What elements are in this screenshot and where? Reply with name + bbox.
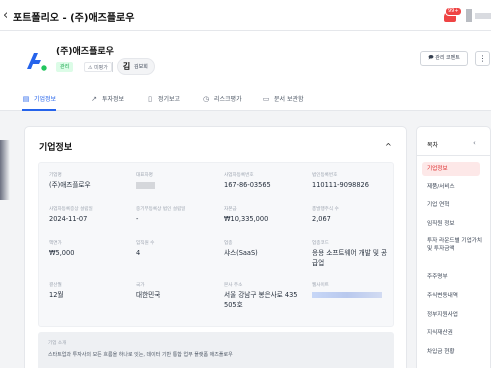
website-link-blurred[interactable] — [312, 292, 382, 298]
company-info-card: 기업정보 ^ 기업명 (주)애즈플로우 대표자명 사업자등록번호 167-86-… — [24, 126, 407, 368]
tab-label: 문서 보관함 — [274, 96, 304, 103]
field-value: 4 — [136, 249, 141, 257]
field-label: 본사 주소 — [224, 283, 243, 288]
field-value: 2,067 — [312, 215, 331, 223]
tab-company-info[interactable]: ▤ 기업정보 — [22, 87, 57, 111]
top-bar: ‹ 포트폴리오 - (주)애즈플로우 99+ — [0, 0, 491, 31]
toc-item[interactable]: 투자 라운드별 기업가치 및 투자금액 — [427, 237, 485, 253]
field-label: 대표자명 — [136, 173, 153, 178]
description-text: 스타트업과 투자사의 모든 흐름을 하나로 잇는, 데이터 기반 통합 업무 플… — [48, 352, 233, 358]
tab-investment-info[interactable]: ↗ 투자정보 — [90, 87, 124, 111]
tab-bar: ▤ 기업정보 ↗ 투자정보 ▯ 정기보고 ◷ 리스크평가 ▭ 문서 보관함 — [0, 87, 491, 111]
evaluation-status-tag: ⚠ 미평가 — [84, 62, 112, 72]
field-label: 임직원 수 — [136, 241, 155, 246]
user-menu[interactable] — [466, 9, 491, 22]
field-label: 웹사이트 — [312, 283, 329, 288]
field-value: 2024-11-07 — [49, 215, 88, 223]
field-label: 기업명 — [49, 173, 62, 178]
field-value: - — [136, 215, 139, 223]
company-header — [0, 31, 491, 87]
background-edge — [0, 140, 10, 200]
clock-icon: ◷ — [202, 95, 210, 103]
field-label: 법인등록번호 — [312, 173, 338, 178]
tab-periodic-report[interactable]: ▯ 정기보고 — [146, 87, 180, 111]
notification-badge: 99+ — [445, 7, 462, 16]
toc-item[interactable]: 지식재산권 — [427, 329, 485, 337]
folder-icon: ▭ — [262, 95, 270, 103]
company-logo-icon — [27, 53, 48, 72]
field-value: 167-86-03565 — [224, 181, 271, 189]
info-grid: 기업명 (주)애즈플로우 대표자명 사업자등록번호 167-86-03565 법… — [38, 162, 394, 327]
company-description-box: 기업 소개 스타트업과 투자사의 모든 흐름을 하나로 잇는, 데이터 기반 통… — [38, 332, 394, 368]
field-label: 업종 — [224, 241, 233, 246]
building-icon: ▤ — [22, 95, 30, 103]
divider — [112, 62, 113, 72]
tab-label: 투자정보 — [102, 96, 125, 103]
user-name-blurred — [475, 13, 491, 19]
field-value-blurred — [136, 182, 155, 189]
tab-label: 정기보고 — [158, 96, 181, 103]
field-value: 응용 소프트웨어 개발 및 공 급업 — [312, 249, 388, 267]
field-label: 사업자등록증상 설립일 — [49, 207, 93, 212]
manager-name: 김보희 — [134, 64, 148, 70]
company-name: (주)애즈플로우 — [56, 47, 114, 57]
management-comment-button[interactable]: 🗩 관리 코멘트 — [420, 51, 468, 66]
manager-avatar: 김 — [122, 62, 131, 71]
tab-label: 리스크평가 — [214, 96, 242, 103]
field-label: 국가 — [136, 283, 145, 288]
section-title: 기업정보 — [39, 143, 73, 153]
toc-item[interactable]: 차입금 현황 — [427, 348, 485, 356]
field-value: ₩5,000 — [49, 249, 75, 257]
tab-document-archive[interactable]: ▭ 문서 보관함 — [262, 87, 304, 111]
notification-bell-icon[interactable]: 99+ — [443, 7, 462, 23]
app-window: ‹ 포트폴리오 - (주)애즈플로우 99+ (주)애즈플로우 관리 ⚠ 미평가… — [0, 0, 491, 368]
table-of-contents: 목차 ‹ 기업정보 제품/서비스 기업 연혁 임직원 정보 투자 라운드별 기업… — [416, 126, 491, 368]
field-label: 결산월 — [49, 283, 62, 288]
more-options-button[interactable]: ⋮ — [475, 51, 490, 66]
chevron-left-icon[interactable]: ‹ — [473, 139, 476, 147]
toc-item[interactable]: 정부지원사업 — [427, 311, 485, 319]
field-value: 110111-9098826 — [312, 181, 369, 189]
field-value: ₩10,335,000 — [224, 215, 269, 223]
field-value: 샤스(SaaS) — [224, 249, 258, 257]
toc-item[interactable]: 기업 연혁 — [427, 201, 485, 209]
page-title: 포트폴리오 - (주)애즈플로우 — [13, 13, 135, 24]
toc-item[interactable]: 주주명부 — [427, 273, 485, 281]
field-label: 사업자등록번호 — [224, 173, 254, 178]
tab-label: 기업정보 — [34, 96, 57, 103]
document-icon: ▯ — [148, 95, 152, 103]
field-value: (주)애즈플로우 — [49, 181, 91, 189]
field-value: 대한민국 — [136, 291, 161, 299]
trend-up-icon: ↗ — [91, 95, 97, 103]
managed-tag: 관리 — [56, 62, 74, 72]
toc-item[interactable]: 기업정보 — [422, 162, 480, 176]
field-value: 12월 — [49, 291, 64, 299]
field-label: 업종코드 — [312, 241, 329, 246]
divider — [417, 155, 491, 156]
description-label: 기업 소개 — [48, 341, 67, 346]
field-value: 서울 강남구 봉은사로 435 505호 — [224, 291, 298, 309]
toc-item[interactable]: 주식변동내역 — [427, 292, 485, 300]
field-label: 액면가 — [49, 241, 62, 246]
tab-risk-assessment[interactable]: ◷ 리스크평가 — [202, 87, 242, 111]
field-label: 총발행주식 수 — [312, 207, 339, 212]
field-label: 자본금 — [224, 207, 237, 212]
toc-title: 목차 — [427, 142, 439, 149]
toc-item[interactable]: 임직원 정보 — [427, 220, 485, 228]
chevron-up-icon[interactable]: ^ — [385, 142, 392, 151]
toc-item[interactable]: 제품/서비스 — [427, 183, 485, 191]
manager-chip[interactable]: 김 김보희 — [117, 58, 155, 75]
field-label: 중기부등록상 법인 설립일 — [136, 207, 186, 212]
avatar — [466, 9, 472, 22]
